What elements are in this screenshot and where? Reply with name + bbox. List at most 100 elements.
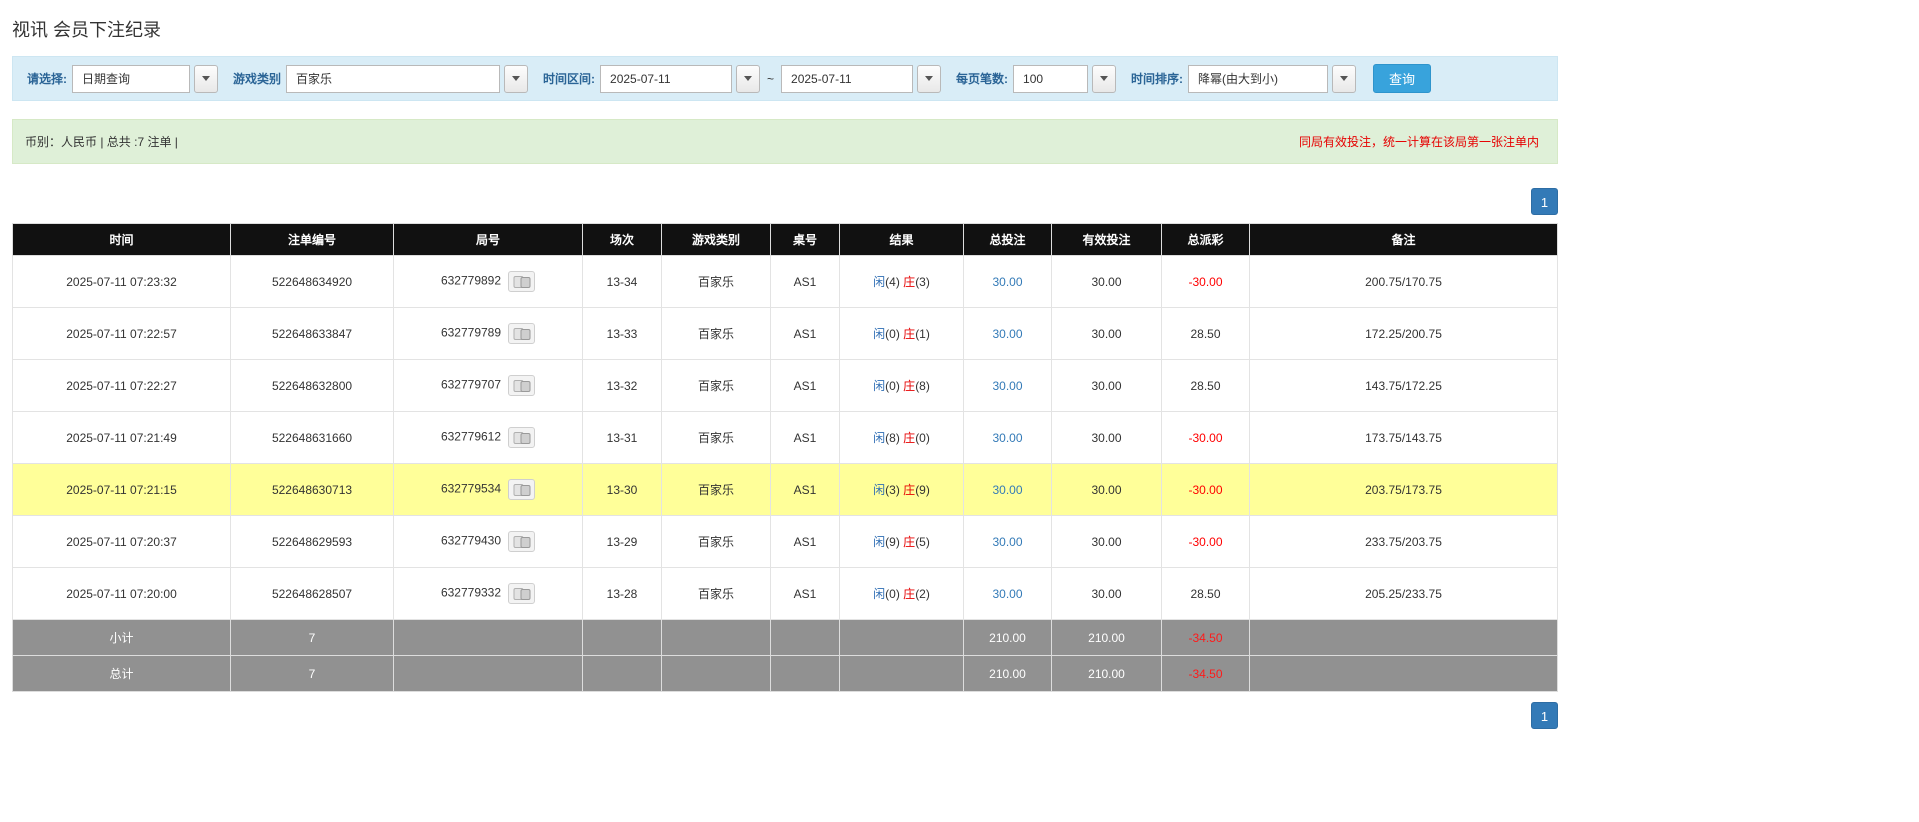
col-header-bet-id: 注单编号 (231, 224, 394, 256)
note-cell: 143.75/172.25 (1250, 360, 1558, 412)
col-header-time: 时间 (13, 224, 231, 256)
game-record-icon[interactable] (508, 271, 535, 292)
summary-bar: 币别：人民币 | 总共 :7 注单 | 同局有效投注，统一计算在该局第一张注单内 (12, 119, 1558, 164)
game-record-icon[interactable] (508, 375, 535, 396)
date-to-picker[interactable]: 2025-07-11 (781, 65, 941, 93)
round-id-cell: 632779332 (394, 568, 583, 620)
table-no-cell: AS1 (771, 516, 840, 568)
date-from-picker[interactable]: 2025-07-11 (600, 65, 760, 93)
table-no-cell: AS1 (771, 256, 840, 308)
empty-cell (840, 656, 964, 692)
filter-bar: 请选择: 日期查询 游戏类别 百家乐 时间区间: 2025-07-11 ~ 20… (12, 56, 1558, 101)
game-record-icon[interactable] (508, 583, 535, 604)
date-to-value[interactable]: 2025-07-11 (781, 65, 913, 93)
empty-cell (662, 656, 771, 692)
per-page-label: 每页笔数: (956, 70, 1008, 87)
chevron-down-icon[interactable] (194, 65, 218, 93)
per-page-combobox[interactable]: 100 (1013, 65, 1116, 93)
round-id-cell: 632779430 (394, 516, 583, 568)
table-no-cell: AS1 (771, 412, 840, 464)
sort-order-label: 时间排序: (1131, 70, 1183, 87)
round-id: 632779430 (441, 534, 501, 548)
col-header-game-type: 游戏类别 (662, 224, 771, 256)
player-result: 闲 (873, 327, 885, 341)
empty-cell (1250, 656, 1558, 692)
page-1-button[interactable]: 1 (1531, 702, 1558, 729)
sort-order-combobox[interactable]: 降幂(由大到小) (1188, 65, 1356, 93)
result-cell: 闲(0) 庄(1) (840, 308, 964, 360)
note-cell: 173.75/143.75 (1250, 412, 1558, 464)
total-bet-cell: 30.00 (964, 360, 1052, 412)
summary-total-bet-cell: 210.00 (964, 656, 1052, 692)
banker-result: 庄 (903, 275, 915, 289)
bet-time-cell: 2025-07-11 07:20:37 (13, 516, 231, 568)
chevron-down-icon[interactable] (917, 65, 941, 93)
game-record-icon[interactable] (508, 531, 535, 552)
game-type-combobox[interactable]: 百家乐 (286, 65, 528, 93)
bet-time-cell: 2025-07-11 07:20:00 (13, 568, 231, 620)
total-bet-link[interactable]: 30.00 (992, 327, 1022, 341)
game-type-cell: 百家乐 (662, 308, 771, 360)
total-bet-link[interactable]: 30.00 (992, 483, 1022, 497)
summary-label-cell: 小计 (13, 620, 231, 656)
currency-total-text: 币别：人民币 | 总共 :7 注单 | (25, 133, 178, 150)
payout-value: -30.00 (1188, 431, 1222, 445)
per-page-value[interactable]: 100 (1013, 65, 1088, 93)
valid-bet-cell: 30.00 (1052, 412, 1162, 464)
table-row: 2025-07-11 07:21:15522648630713632779534… (13, 464, 1558, 516)
page-1-button[interactable]: 1 (1531, 188, 1558, 215)
game-type-cell: 百家乐 (662, 256, 771, 308)
total-bet-link[interactable]: 30.00 (992, 587, 1022, 601)
note-cell: 205.25/233.75 (1250, 568, 1558, 620)
col-header-payout: 总派彩 (1162, 224, 1250, 256)
game-record-icon[interactable] (508, 479, 535, 500)
player-result: 闲 (873, 587, 885, 601)
empty-cell (662, 620, 771, 656)
chevron-down-icon[interactable] (736, 65, 760, 93)
player-result: 闲 (873, 483, 885, 497)
date-from-value[interactable]: 2025-07-11 (600, 65, 732, 93)
summary-valid-bet-cell: 210.00 (1052, 620, 1162, 656)
result-cell: 闲(3) 庄(9) (840, 464, 964, 516)
game-record-icon[interactable] (508, 427, 535, 448)
chevron-down-icon[interactable] (1092, 65, 1116, 93)
col-header-round-id: 局号 (394, 224, 583, 256)
sort-order-value[interactable]: 降幂(由大到小) (1188, 65, 1328, 93)
chevron-down-icon[interactable] (1332, 65, 1356, 93)
session-cell: 13-32 (583, 360, 662, 412)
payout-value: -34.50 (1188, 667, 1222, 681)
query-type-combobox[interactable]: 日期查询 (72, 65, 218, 93)
table-no-cell: AS1 (771, 360, 840, 412)
payout-cell: 28.50 (1162, 360, 1250, 412)
bet-records-table: 时间 注单编号 局号 场次 游戏类别 桌号 结果 总投注 有效投注 总派彩 备注… (12, 223, 1558, 692)
payout-value: 28.50 (1190, 327, 1220, 341)
player-count: (8) (885, 431, 900, 445)
select-type-label: 请选择: (27, 70, 67, 87)
payout-cell: 28.50 (1162, 308, 1250, 360)
total-bet-link[interactable]: 30.00 (992, 431, 1022, 445)
total-bet-cell: 30.00 (964, 412, 1052, 464)
bet-time-cell: 2025-07-11 07:23:32 (13, 256, 231, 308)
result-cell: 闲(9) 庄(5) (840, 516, 964, 568)
query-type-value[interactable]: 日期查询 (72, 65, 190, 93)
summary-row: 总计7210.00210.00-34.50 (13, 656, 1558, 692)
bet-time-cell: 2025-07-11 07:22:57 (13, 308, 231, 360)
note-cell: 172.25/200.75 (1250, 308, 1558, 360)
empty-cell (583, 656, 662, 692)
result-cell: 闲(4) 庄(3) (840, 256, 964, 308)
game-record-icon[interactable] (508, 323, 535, 344)
chevron-down-icon[interactable] (504, 65, 528, 93)
total-bet-link[interactable]: 30.00 (992, 275, 1022, 289)
col-header-total-bet: 总投注 (964, 224, 1052, 256)
game-type-value[interactable]: 百家乐 (286, 65, 500, 93)
summary-payout-cell: -34.50 (1162, 620, 1250, 656)
total-bet-link[interactable]: 30.00 (992, 379, 1022, 393)
round-id: 632779892 (441, 274, 501, 288)
player-count: (3) (885, 483, 900, 497)
banker-result: 庄 (903, 379, 915, 393)
payout-cell: -30.00 (1162, 412, 1250, 464)
bet-id-cell: 522648634920 (231, 256, 394, 308)
search-button[interactable]: 查询 (1373, 64, 1431, 93)
total-bet-link[interactable]: 30.00 (992, 535, 1022, 549)
banker-count: (3) (915, 275, 930, 289)
